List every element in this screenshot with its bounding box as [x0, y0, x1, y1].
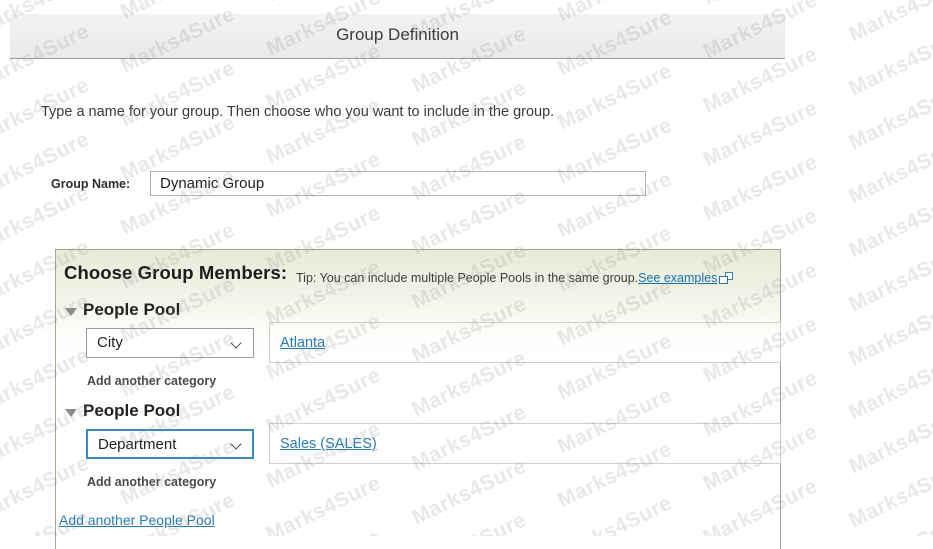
people-pool-2-value-cell: Sales (SALES) [269, 423, 781, 464]
tip-text: Tip: You can include multiple People Poo… [296, 271, 638, 285]
group-name-input[interactable] [150, 171, 646, 196]
window-title-band: Group Definition [10, 14, 785, 59]
new-window-icon[interactable] [719, 272, 733, 284]
people-pool-1-value-link[interactable]: Atlanta [280, 335, 325, 351]
members-heading: Choose Group Members: [64, 262, 287, 284]
group-name-row: Group Name: [51, 170, 646, 197]
see-examples-link[interactable]: See examples [638, 271, 717, 285]
group-name-label: Group Name: [51, 177, 150, 191]
add-another-category-2[interactable]: Add another category [87, 475, 216, 489]
choose-group-members-panel: Choose Group Members: Tip: You can inclu… [55, 249, 781, 549]
people-pool-2-value-link[interactable]: Sales (SALES) [280, 436, 377, 452]
intro-text: Type a name for your group. Then choose … [41, 104, 554, 120]
people-pool-1-value-cell: Atlanta [269, 322, 781, 363]
category-select-1[interactable]: City [86, 328, 254, 358]
triangle-down-icon[interactable] [65, 409, 77, 417]
category-select-2[interactable]: Department [86, 429, 254, 459]
triangle-down-icon[interactable] [65, 308, 77, 316]
people-pool-1-header[interactable]: People Pool [65, 300, 180, 320]
title-divider [10, 58, 785, 59]
page-title: Group Definition [10, 25, 785, 45]
people-pool-2-title: People Pool [83, 401, 180, 421]
people-pool-1-title: People Pool [83, 300, 180, 320]
members-panel-header: Choose Group Members: Tip: You can inclu… [64, 262, 772, 290]
members-tip: Tip: You can include multiple People Poo… [296, 271, 733, 285]
people-pool-2-header[interactable]: People Pool [65, 401, 180, 421]
add-another-category-1[interactable]: Add another category [87, 374, 216, 388]
add-another-people-pool-link[interactable]: Add another People Pool [59, 512, 215, 528]
